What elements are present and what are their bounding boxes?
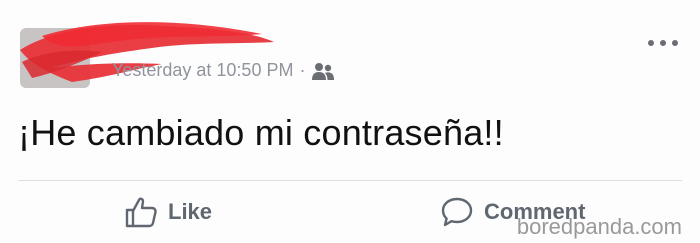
more-options-icon-dot xyxy=(660,40,666,46)
more-options-button[interactable] xyxy=(648,36,678,50)
post-meta: Yesterday at 10:50 PM · xyxy=(112,60,335,81)
more-options-icon-dot xyxy=(672,40,678,46)
watermark: boredpanda.com xyxy=(516,214,682,239)
timestamp[interactable]: Yesterday at 10:50 PM xyxy=(112,60,293,81)
post-text: ¡He cambiado mi contraseña!! xyxy=(18,112,504,153)
divider xyxy=(18,180,682,181)
more-options-icon xyxy=(648,40,654,46)
thumbs-up-icon xyxy=(125,197,157,228)
like-button[interactable]: Like xyxy=(124,196,212,228)
comment-bubble-icon xyxy=(441,197,473,227)
meta-separator: · xyxy=(299,60,306,80)
avatar[interactable] xyxy=(20,28,90,88)
like-label: Like xyxy=(168,199,213,224)
facebook-post: Yesterday at 10:50 PM · ¡He cambiado mi … xyxy=(0,0,700,243)
friends-icon[interactable] xyxy=(311,61,335,81)
